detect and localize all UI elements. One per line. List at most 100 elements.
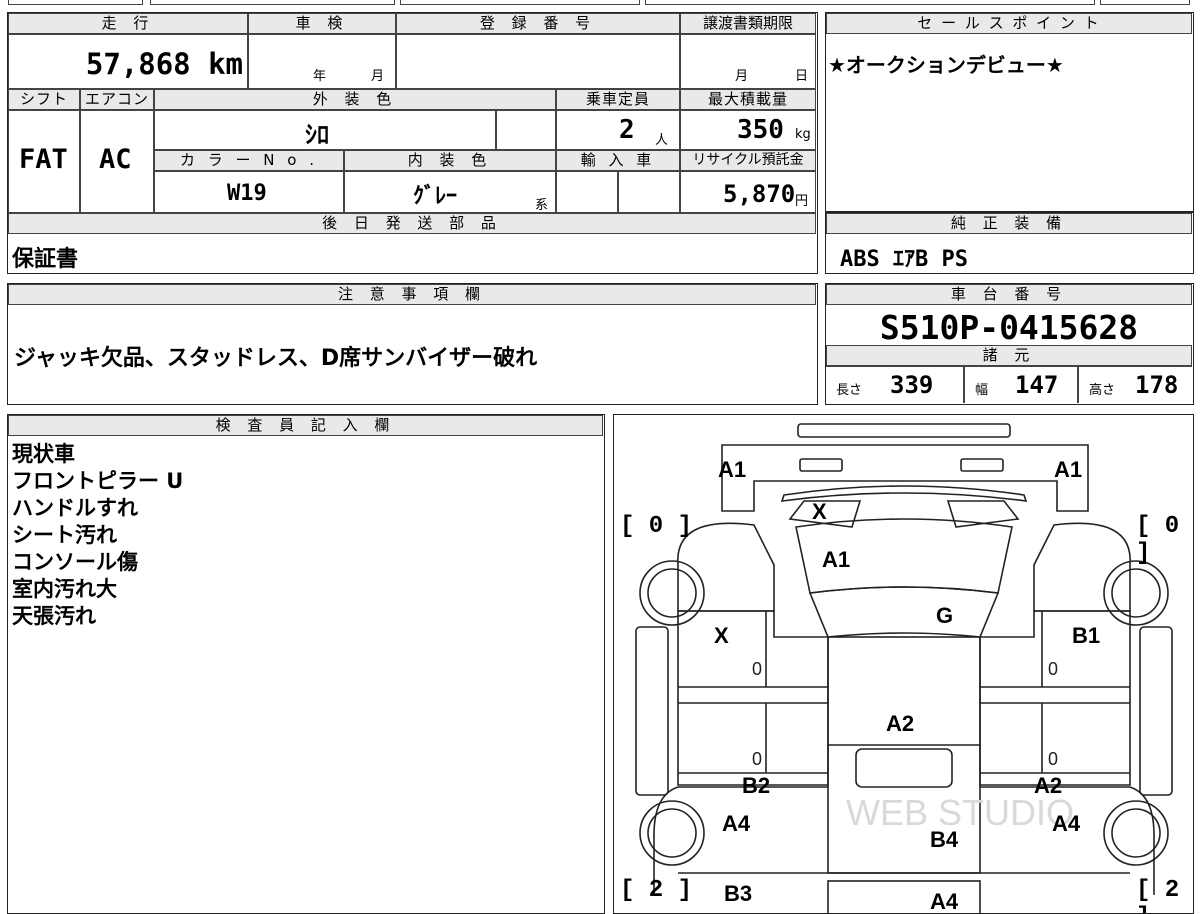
recycle-cell: 5,870 円 (680, 171, 816, 213)
interior-suffix: 系 (535, 198, 549, 213)
mark-b1-right: B1 (1072, 623, 1101, 648)
zero-left-lower: 0 (752, 749, 763, 769)
inspection-month-unit: 月 (371, 69, 385, 84)
shift-value: FAT (19, 144, 68, 175)
later-parts-value: 保証書 (12, 247, 79, 272)
aircon-value: AC (99, 144, 132, 175)
genuine-equipment-box: 純 正 装 備 ABS ｴｱB PS (825, 212, 1194, 274)
inspection-year-unit: 年 (313, 69, 327, 84)
max-load-unit: kg (795, 127, 811, 142)
width-cell: 幅 147 (964, 366, 1078, 403)
transfer-deadline-header: 譲渡書類期限 (680, 13, 816, 34)
max-load-cell: 350 kg (680, 110, 816, 150)
transfer-month-unit: 月 (735, 69, 749, 84)
recycle-unit: 円 (795, 194, 809, 209)
length-cell: 長さ 339 (826, 366, 964, 403)
max-load-header: 最大積載量 (680, 89, 816, 110)
bracket-top-left: [ 0 ] (620, 513, 693, 540)
mark-a2-right: A2 (1034, 773, 1063, 798)
max-load-value: 350 (737, 115, 784, 145)
transfer-day-unit: 日 (795, 69, 809, 84)
mark-x-top: X (812, 499, 827, 524)
import-cell-a (556, 171, 618, 213)
import-header: 輸 入 車 (556, 150, 680, 171)
sales-point-header: セ ー ル ス ポ イ ン ト (826, 13, 1192, 34)
inspection-header: 車 検 (248, 13, 396, 34)
interior-color-header: 内 装 色 (344, 150, 556, 171)
zero-right-lower: 0 (1048, 749, 1059, 769)
mark-b3-left: B3 (724, 881, 753, 906)
exterior-color-cell: ｼﾛ (154, 110, 496, 150)
inspector-note: フロントピラー U (12, 469, 184, 493)
notes-value: ジャッキ欠品、スタッドレス、D席サンバイザー破れ (14, 346, 538, 371)
inspector-header: 検 査 員 記 入 欄 (8, 415, 603, 436)
later-parts-cell: 保証書 (8, 234, 816, 272)
height-cell: 高さ 178 (1078, 366, 1192, 403)
mark-a1-hood: A1 (822, 547, 851, 572)
mileage-cell: 57,868 km (8, 34, 248, 89)
width-value: 147 (1015, 371, 1059, 399)
registration-header: 登 録 番 号 (396, 13, 680, 34)
interior-color-value: ｸﾞﾚｰ (413, 184, 458, 209)
aircon-header: エアコン (80, 89, 154, 110)
inspector-note: 天張汚れ (12, 604, 96, 628)
specs-header: 諸 元 (826, 345, 1192, 366)
color-no-header: カ ラ ー N o . (154, 150, 344, 171)
genuine-equipment-value: ABS ｴｱB PS (840, 247, 968, 272)
notes-header: 注 意 事 項 欄 (8, 284, 816, 305)
chassis-header: 車 台 番 号 (826, 284, 1192, 305)
car-diagram: WEB STUDIO (635, 423, 1173, 913)
capacity-value: 2 (619, 115, 635, 145)
aircon-cell: AC (80, 110, 154, 213)
inspector-note: 現状車 (12, 442, 75, 466)
capacity-header: 乗車定員 (556, 89, 680, 110)
capacity-cell: 2 人 (556, 110, 680, 150)
inspector-box: 検 査 員 記 入 欄 現状車 フロントピラー U ハンドルすれ シート汚れ コ… (7, 414, 605, 914)
car-diagram-box: WEB STUDIO A1 A1 X A1 G X B1 A2 B2 A2 A4… (613, 414, 1194, 914)
width-label: 幅 (975, 383, 989, 398)
exterior-color-value: ｼﾛ (305, 121, 329, 149)
inspector-notes-list: 現状車 フロントピラー U ハンドルすれ シート汚れ コンソール傷 室内汚れ大 … (12, 441, 183, 630)
vehicle-info-table: 走 行 車 検 登 録 番 号 譲渡書類期限 57,868 km 年 月 月 日… (7, 12, 818, 274)
bracket-bottom-right: [ 2 ] (1136, 877, 1180, 913)
capacity-unit: 人 (655, 133, 669, 148)
zero-right-upper: 0 (1048, 659, 1059, 679)
sales-point-value: ★オークションデビュー★ (828, 53, 1064, 77)
recycle-value: 5,870 (723, 180, 796, 208)
registration-cell (396, 34, 680, 89)
mark-a4-right: A4 (1052, 811, 1081, 836)
zero-left-upper: 0 (752, 659, 763, 679)
transfer-deadline-cell: 月 日 (680, 34, 816, 89)
mileage-header: 走 行 (8, 13, 248, 34)
inspector-note: コンソール傷 (12, 550, 138, 574)
mark-a4-bottom: A4 (930, 889, 959, 914)
mark-b2-left: B2 (742, 773, 771, 798)
top-strip (0, 0, 1200, 8)
length-value: 339 (890, 371, 934, 399)
inspection-cell: 年 月 (248, 34, 396, 89)
import-cell-b (618, 171, 680, 213)
shift-header: シフト (8, 89, 80, 110)
sales-point-box: セ ー ル ス ポ イ ン ト ★オークションデビュー★ (825, 12, 1194, 212)
chassis-value: S510P-0415628 (879, 308, 1139, 347)
later-parts-header: 後 日 発 送 部 品 (8, 213, 816, 234)
mileage-value: 57,868 km (85, 47, 243, 81)
bracket-top-right: [ 0 ] (1136, 513, 1180, 567)
mark-a1-right: A1 (1054, 457, 1083, 482)
color-no-cell: W19 (154, 171, 344, 213)
mark-a2-center: A2 (886, 711, 915, 736)
inspector-note: シート汚れ (12, 523, 117, 547)
inspector-note: ハンドルすれ (12, 496, 138, 520)
color-no-value: W19 (227, 181, 267, 206)
shift-cell: FAT (8, 110, 80, 213)
mark-a1-left: A1 (718, 457, 747, 482)
exterior-color-extra (496, 110, 556, 150)
length-label: 長さ (836, 383, 863, 398)
mark-b4-center: B4 (930, 827, 959, 852)
height-value: 178 (1135, 371, 1179, 399)
mark-g: G (936, 603, 954, 628)
height-label: 高さ (1089, 383, 1116, 398)
recycle-header: リサイクル預託金 (680, 150, 816, 171)
genuine-equipment-header: 純 正 装 備 (826, 213, 1192, 234)
chassis-box: 車 台 番 号 S510P-0415628 諸 元 長さ 339 幅 147 高… (825, 283, 1194, 405)
